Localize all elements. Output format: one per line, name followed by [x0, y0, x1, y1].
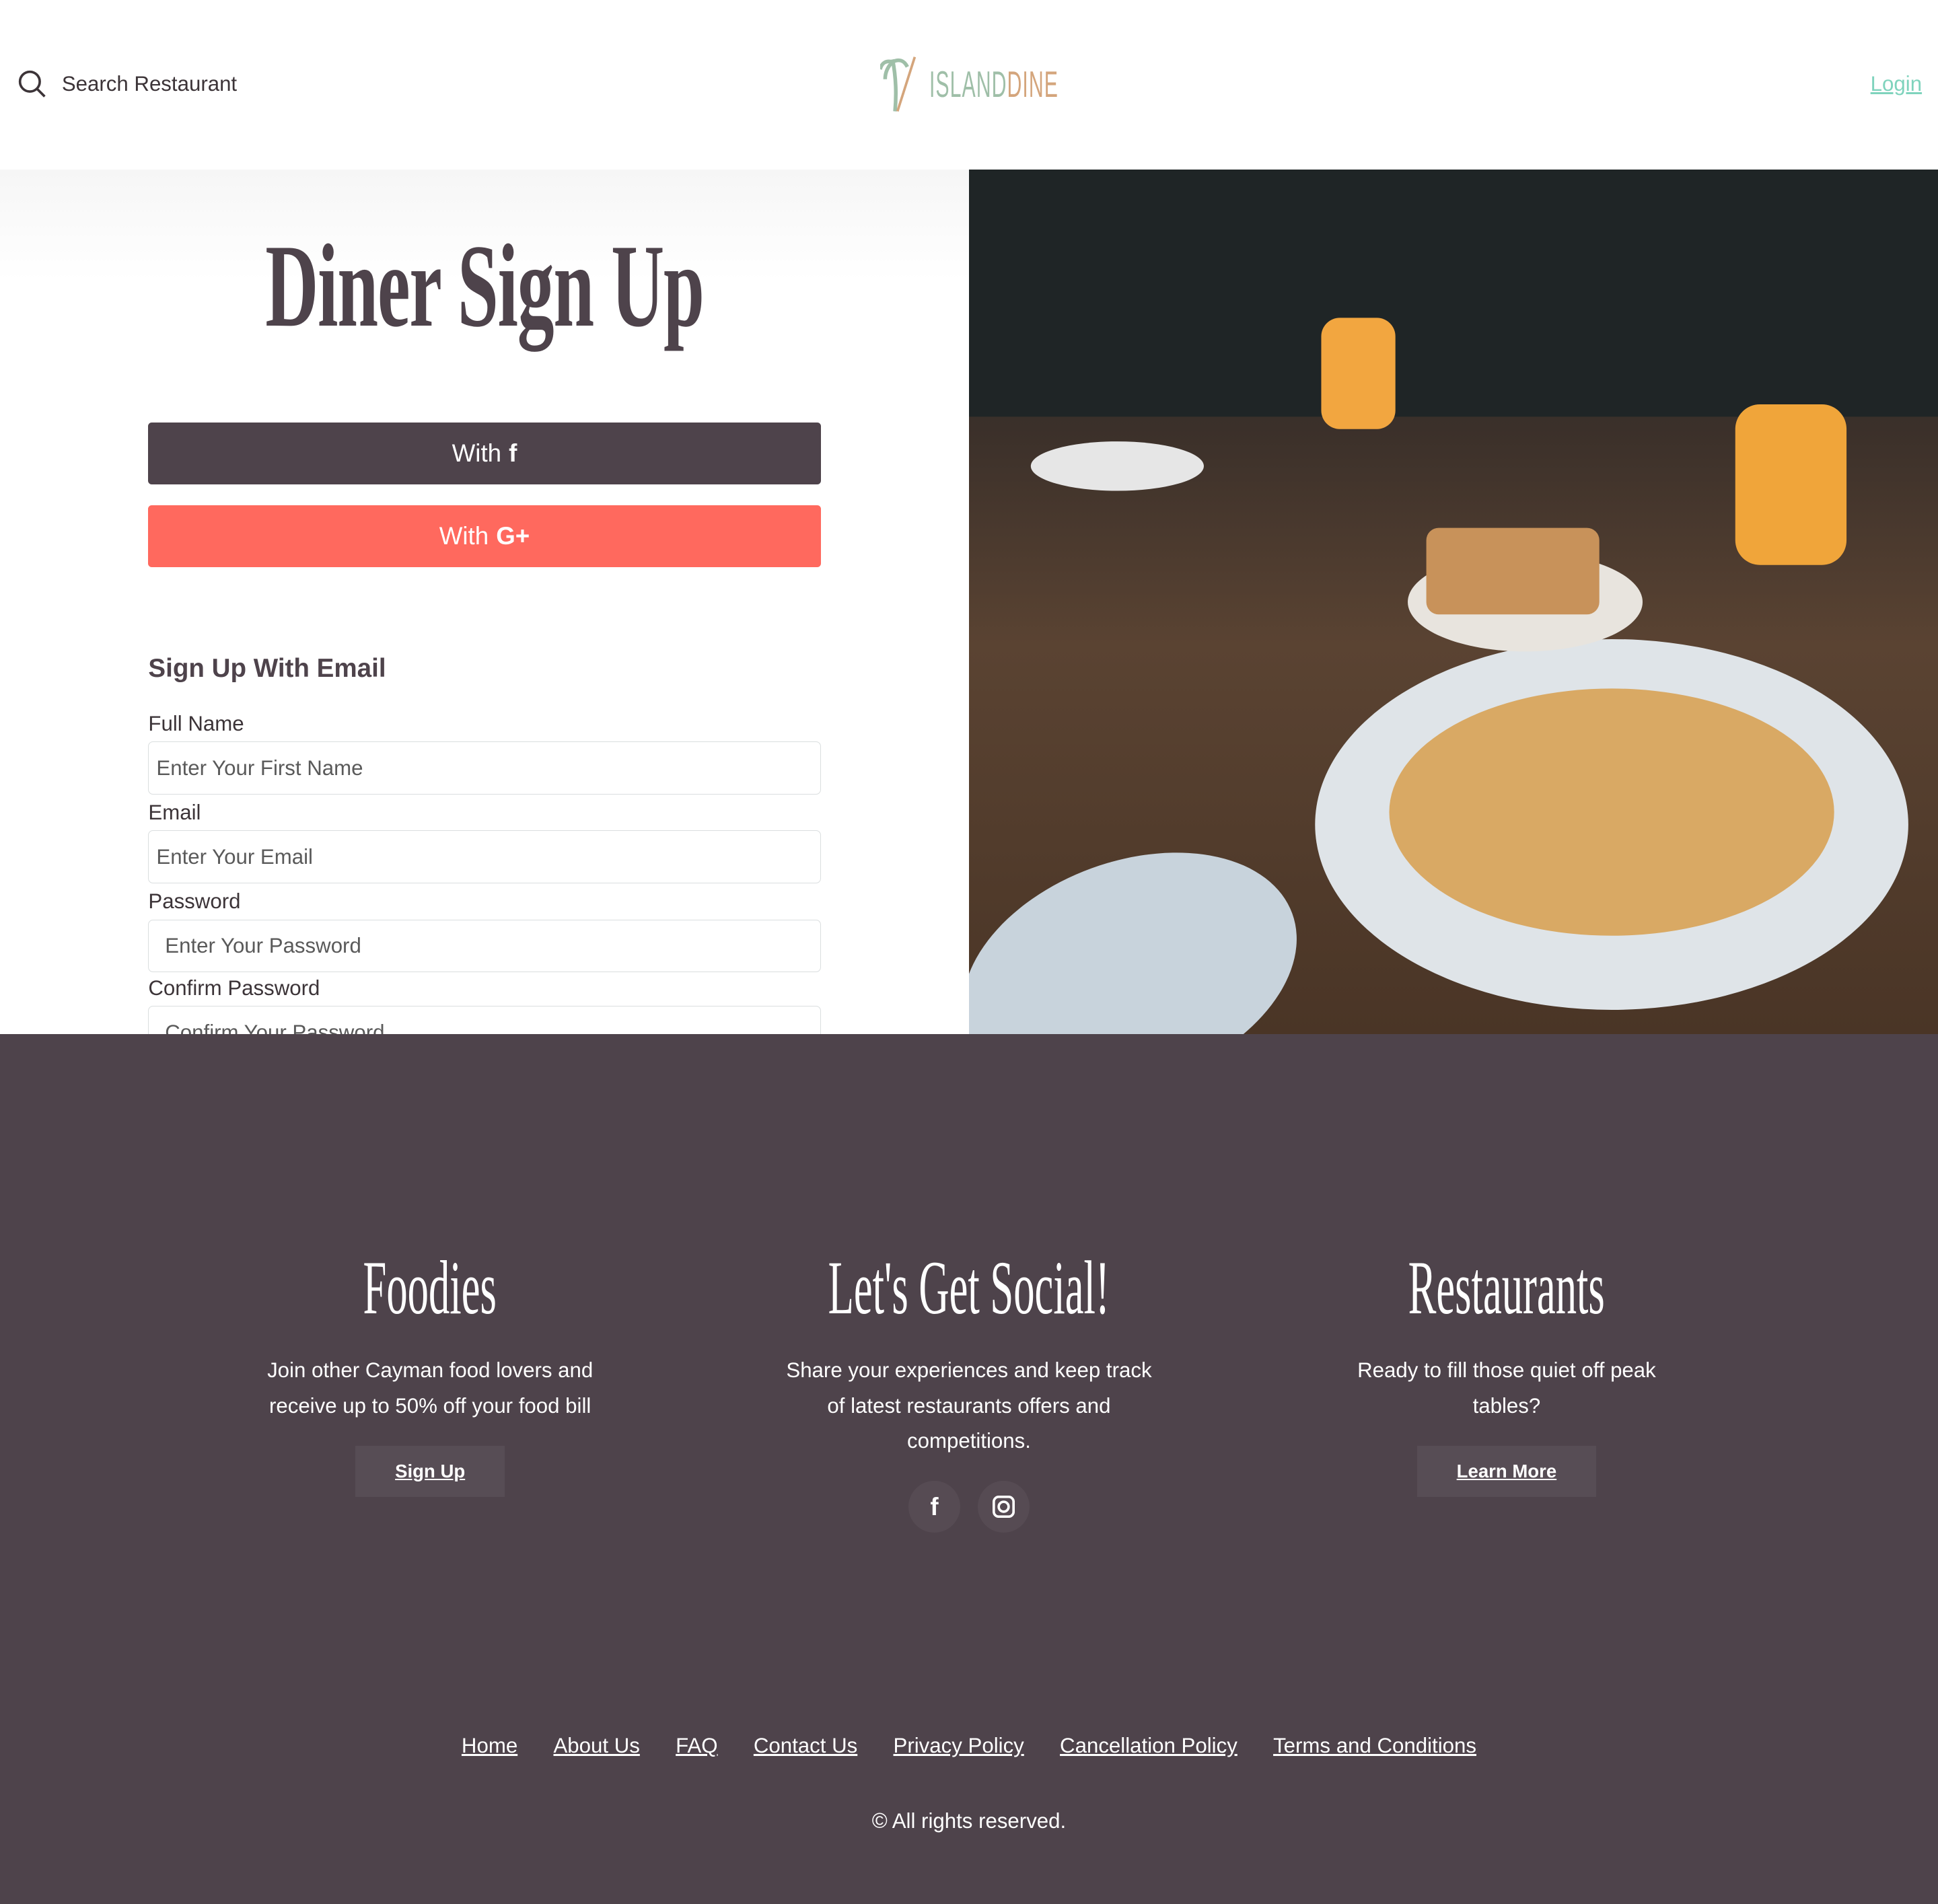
google-button-label: With: [439, 522, 489, 550]
foodies-title: Foodies: [363, 1245, 497, 1330]
facebook-icon[interactable]: f: [908, 1481, 961, 1533]
logo-text-dine: DINE: [1007, 63, 1059, 105]
instagram-icon[interactable]: [977, 1481, 1030, 1533]
password-label: Password: [148, 889, 241, 914]
header: Search Restaurant ISLANDDINE Login: [0, 0, 1938, 170]
full-name-input[interactable]: [148, 741, 821, 795]
search-icon: [18, 70, 46, 98]
foodies-text: Join other Cayman food lovers and receiv…: [267, 1358, 594, 1418]
link-terms[interactable]: Terms and Conditions: [1273, 1734, 1476, 1758]
social-title: Let's Get Social!: [828, 1245, 1110, 1330]
email-signup-heading: Sign Up With Email: [148, 653, 386, 683]
link-privacy-policy[interactable]: Privacy Policy: [894, 1734, 1024, 1758]
footer: Foodies Join other Cayman food lovers an…: [0, 1034, 1938, 1904]
restaurants-title: Restaurants: [1408, 1245, 1606, 1330]
email-input[interactable]: [148, 830, 821, 884]
link-contact-us[interactable]: Contact Us: [754, 1734, 857, 1758]
restaurants-text: Ready to fill those quiet off peak table…: [1357, 1358, 1656, 1418]
restaurants-column: Restaurants Ready to fill those quiet of…: [1247, 1245, 1766, 1497]
facebook-button-label: With: [452, 439, 502, 468]
facebook-icon: f: [509, 439, 517, 468]
sign-up-button[interactable]: Sign Up: [355, 1445, 505, 1497]
google-signup-button[interactable]: With G+: [148, 505, 821, 568]
social-column: Let's Get Social! Share your experiences…: [709, 1245, 1228, 1533]
palm-tree-icon: [880, 56, 916, 112]
login-link[interactable]: Login: [1871, 72, 1922, 96]
learn-more-button[interactable]: Learn More: [1416, 1445, 1596, 1497]
food-table-image: [968, 169, 1938, 1035]
google-plus-icon: G+: [496, 522, 530, 550]
signup-panel: Diner Sign Up With f With G+ Sign Up With …: [0, 169, 969, 1035]
password-input[interactable]: [148, 919, 821, 973]
logo[interactable]: ISLANDDINE: [880, 54, 1164, 114]
search-restaurant[interactable]: Search Restaurant: [17, 69, 237, 99]
search-label: Search Restaurant: [61, 71, 238, 96]
copyright: © All rights reserved.: [871, 1808, 1067, 1833]
confirm-password-label: Confirm Password: [148, 976, 320, 1000]
confirm-password-input[interactable]: [148, 1006, 821, 1035]
page-title: Diner Sign Up: [265, 221, 705, 353]
foodies-column: Foodies Join other Cayman food lovers an…: [170, 1245, 689, 1497]
link-cancellation-policy[interactable]: Cancellation Policy: [1060, 1734, 1237, 1758]
restaurant-photo: [968, 169, 1938, 1035]
social-text: Share your experiences and keep track of…: [786, 1358, 1152, 1453]
link-home[interactable]: Home: [462, 1734, 517, 1758]
facebook-signup-button[interactable]: With f: [148, 423, 821, 484]
link-about-us[interactable]: About Us: [553, 1734, 639, 1758]
footer-links: Home About Us FAQ Contact Us Privacy Pol…: [0, 1734, 1938, 1758]
logo-text-island: ISLAND: [929, 63, 1007, 105]
link-faq[interactable]: FAQ: [676, 1734, 717, 1758]
full-name-label: Full Name: [148, 711, 244, 735]
email-label: Email: [148, 801, 201, 825]
